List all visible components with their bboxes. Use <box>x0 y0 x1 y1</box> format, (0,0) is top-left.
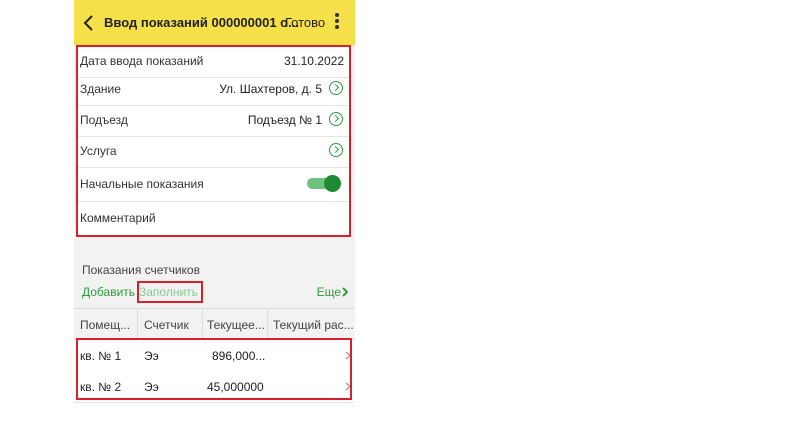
top-app-bar: Ввод показаний 000000001 о... Готово <box>74 0 355 45</box>
done-button[interactable]: Готово <box>285 15 325 30</box>
row-meter: Ээ <box>144 380 159 394</box>
initial-readings-field: Начальные показания <box>78 167 350 202</box>
chevron-right-icon[interactable] <box>341 287 349 297</box>
table-row[interactable]: кв. № 2 Ээ 45,000000 <box>74 371 355 403</box>
toggle-thumb <box>324 175 341 192</box>
chevron-right-icon <box>345 382 351 391</box>
date-value[interactable]: 31.10.2022 <box>284 54 344 68</box>
more-menu-icon[interactable] <box>333 13 341 33</box>
initial-readings-label: Начальные показания <box>80 177 204 191</box>
column-divider <box>137 309 138 340</box>
document-form: Дата ввода показаний 31.10.2022 Здание У… <box>78 46 350 236</box>
row-room: кв. № 2 <box>80 380 122 394</box>
comment-field[interactable]: Комментарий <box>78 202 350 235</box>
service-field[interactable]: Услуга <box>78 136 350 168</box>
table-header: Помещ... Счетчик Текущее... Текущий рас.… <box>74 308 355 340</box>
counters-table: Помещ... Счетчик Текущее... Текущий рас.… <box>74 308 355 403</box>
initial-readings-toggle[interactable] <box>307 175 341 192</box>
more-button[interactable]: Еще <box>317 285 341 299</box>
row-current: 45,000000 <box>207 380 264 394</box>
comment-label: Комментарий <box>80 211 156 225</box>
column-header-room[interactable]: Помещ... <box>80 318 130 332</box>
mobile-screen: Ввод показаний 000000001 о... Готово Дат… <box>74 0 355 403</box>
counters-section-title: Показания счетчиков <box>82 263 200 277</box>
date-label: Дата ввода показаний <box>80 54 204 68</box>
page-title: Ввод показаний 000000001 о... <box>104 15 299 30</box>
entrance-value[interactable]: Подъезд № 1 <box>248 113 322 127</box>
column-divider <box>267 309 268 340</box>
row-room: кв. № 1 <box>80 349 122 363</box>
row-meter: Ээ <box>144 349 159 363</box>
column-divider <box>202 309 203 340</box>
entrance-label: Подъезд <box>80 113 128 127</box>
building-value[interactable]: Ул. Шахтеров, д. 5 <box>219 82 322 96</box>
chevron-right-icon <box>345 351 351 360</box>
building-field[interactable]: Здание Ул. Шахтеров, д. 5 <box>78 74 350 106</box>
open-entrance-icon[interactable] <box>329 112 343 126</box>
column-header-meter[interactable]: Счетчик <box>144 318 189 332</box>
fill-button[interactable]: Заполнить <box>139 285 198 299</box>
entrance-field[interactable]: Подъезд Подъезд № 1 <box>78 105 350 137</box>
back-arrow-icon[interactable] <box>82 14 96 32</box>
add-button[interactable]: Добавить <box>82 285 135 299</box>
service-label: Услуга <box>80 144 117 158</box>
open-building-icon[interactable] <box>329 81 343 95</box>
column-header-consumption[interactable]: Текущий рас... <box>273 318 354 332</box>
building-label: Здание <box>80 82 121 96</box>
column-header-current[interactable]: Текущее... <box>207 318 265 332</box>
table-row[interactable]: кв. № 1 Ээ 896,000... <box>74 340 355 372</box>
open-service-icon[interactable] <box>329 143 343 157</box>
row-current: 896,000... <box>212 349 266 363</box>
